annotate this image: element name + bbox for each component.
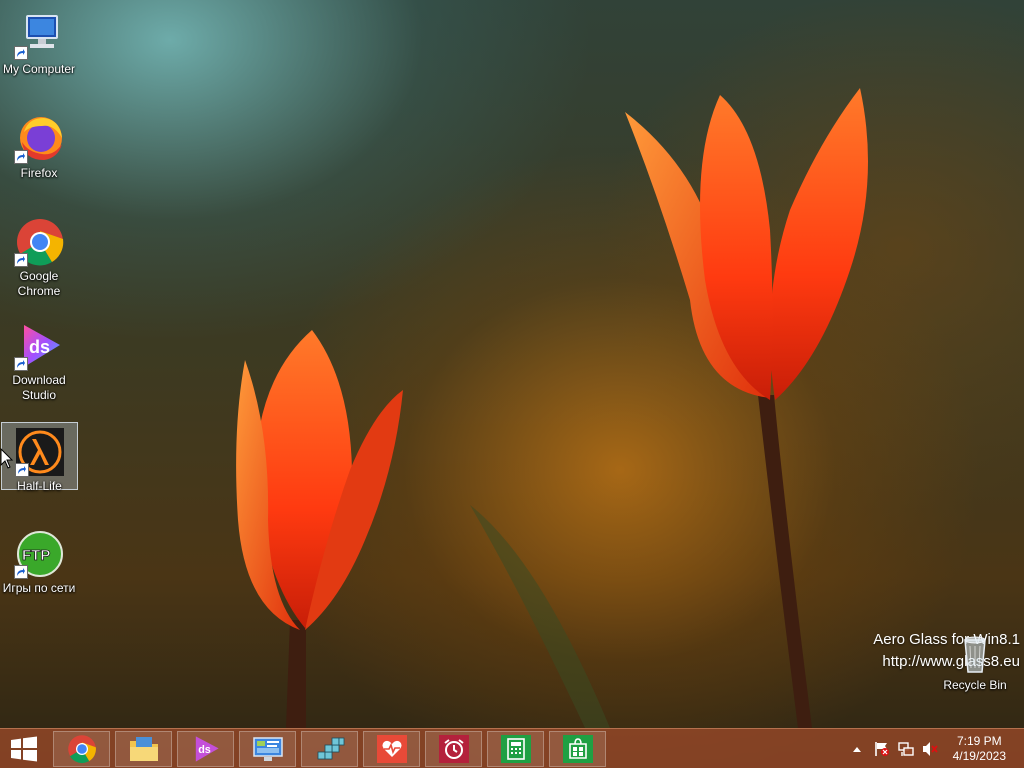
chevron-up-icon[interactable]: [852, 745, 862, 753]
desktop-icon-label: Half-Life: [17, 479, 62, 493]
desktop-icon-label: Download Studio: [12, 373, 66, 402]
recycle-bin-icon: [953, 632, 997, 676]
shortcut-arrow-icon: [14, 565, 28, 579]
desktop-icon-google-chrome[interactable]: Google Chrome: [0, 213, 78, 299]
svg-text:ds: ds: [29, 337, 50, 357]
half-life-icon: [14, 427, 65, 477]
desktop-icon-label: My Computer: [2, 62, 76, 76]
alarm-clock-icon: [438, 735, 469, 763]
taskbar-store-button[interactable]: [549, 731, 606, 767]
network-icon[interactable]: [898, 741, 914, 757]
chrome-icon: [14, 217, 64, 267]
desktop-wallpaper: [0, 0, 1024, 768]
taskbar-clock[interactable]: 7:19 PM 4/19/2023: [953, 734, 1006, 764]
taskbar: ds 7:19 PM 4/19/2023: [0, 728, 1024, 768]
ftp-icon: FTP: [14, 529, 64, 579]
taskbar-alarms-app-button[interactable]: [425, 731, 482, 767]
firefox-icon: [14, 114, 64, 164]
system-tray: 7:19 PM 4/19/2023: [844, 729, 1024, 768]
desktop-icon-firefox[interactable]: Firefox: [0, 110, 78, 181]
computer-icon: [14, 10, 64, 60]
download-studio-icon: ds: [14, 321, 64, 371]
calculator-icon: [500, 735, 531, 763]
control-panel-icon: [252, 737, 283, 761]
desktop-icon-label: Игры по сети: [2, 581, 76, 595]
taskbar-chrome-button[interactable]: [53, 731, 110, 767]
shortcut-arrow-icon: [14, 357, 28, 371]
download-studio-icon: ds: [195, 736, 219, 762]
desktop-icon-label: Google Chrome: [17, 269, 61, 298]
windows-logo-icon: [11, 736, 37, 761]
folder-icon: [129, 737, 158, 761]
shortcut-arrow-icon: [14, 150, 28, 164]
taskbar-health-app-button[interactable]: [363, 731, 420, 767]
taskbar-download-studio-button[interactable]: ds: [177, 731, 234, 767]
heart-monitor-icon: [376, 735, 407, 763]
taskbar-blocks-app-button[interactable]: [301, 731, 358, 767]
desktop-icon-my-computer[interactable]: My Computer: [0, 6, 78, 77]
store-icon: [562, 735, 593, 763]
shortcut-arrow-icon: [14, 46, 28, 60]
shortcut-arrow-icon: [14, 463, 29, 477]
desktop-icon-label: Firefox: [20, 166, 58, 180]
taskbar-file-explorer-button[interactable]: [115, 731, 172, 767]
svg-text:FTP: FTP: [22, 547, 50, 564]
taskbar-calculator-button[interactable]: [487, 731, 544, 767]
clock-date: 4/19/2023: [952, 749, 1006, 763]
flag-icon[interactable]: [874, 741, 890, 757]
taskbar-control-panel-button[interactable]: [239, 731, 296, 767]
volume-muted-icon[interactable]: [922, 741, 938, 757]
desktop-icon-download-studio[interactable]: ds Download Studio: [0, 317, 78, 403]
svg-text:ds: ds: [198, 744, 211, 756]
shortcut-arrow-icon: [14, 253, 28, 267]
desktop-icon-label: Recycle Bin: [943, 678, 1007, 692]
blocks-icon: [317, 737, 344, 760]
chrome-icon: [67, 735, 96, 764]
desktop-icon-recycle-bin[interactable]: Recycle Bin: [936, 628, 1014, 693]
clock-time: 7:19 PM: [956, 734, 1002, 748]
mouse-cursor-icon: [0, 448, 14, 469]
tulips-illustration: [236, 88, 868, 728]
start-button[interactable]: [0, 729, 48, 768]
desktop-icon-games-online[interactable]: FTP Игры по сети: [0, 525, 78, 596]
